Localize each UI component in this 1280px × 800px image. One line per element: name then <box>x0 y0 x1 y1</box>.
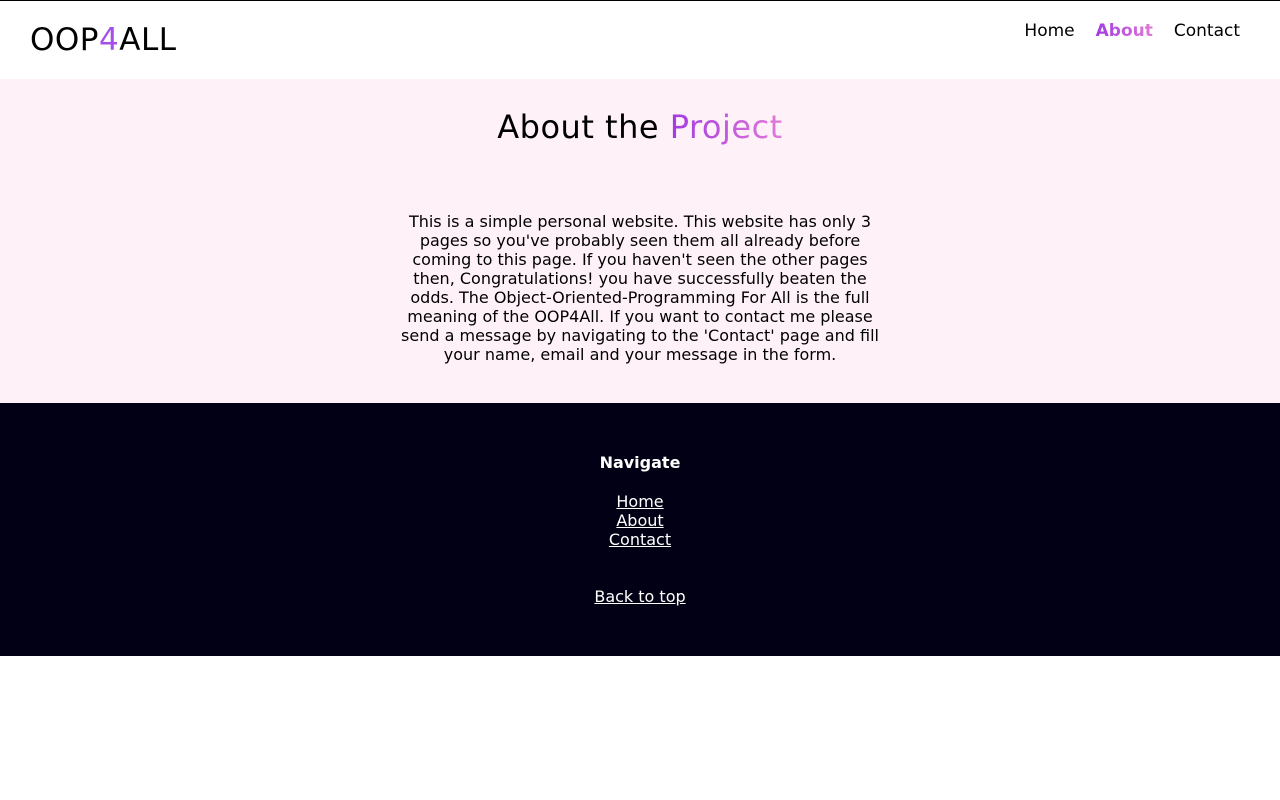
footer-nav-list: Home About Contact <box>0 492 1280 549</box>
page-title-highlight: Project <box>669 108 783 146</box>
footer-nav-item: Home <box>0 492 1280 511</box>
main-nav: Home About Contact <box>1024 20 1240 42</box>
nav-link-contact[interactable]: Contact <box>1174 20 1240 42</box>
nav-link-about[interactable]: About <box>1096 20 1153 42</box>
footer-link-about[interactable]: About <box>616 511 663 530</box>
logo-text-part2: ALL <box>119 22 177 58</box>
footer-link-contact[interactable]: Contact <box>609 530 671 549</box>
logo-text-part1: OOP <box>30 22 99 58</box>
footer-nav-item: About <box>0 511 1280 530</box>
site-footer: Navigate Home About Contact Back to top <box>0 403 1280 656</box>
logo-text-accent: 4 <box>99 22 120 58</box>
nav-link-home[interactable]: Home <box>1024 20 1074 42</box>
back-to-top-wrap: Back to top <box>0 587 1280 606</box>
page-title: About the Project <box>0 79 1280 147</box>
about-section: About the Project This is a simple perso… <box>0 79 1280 403</box>
about-description: This is a simple personal website. This … <box>401 212 879 364</box>
back-to-top-link[interactable]: Back to top <box>594 587 685 606</box>
page-title-prefix: About the <box>497 108 670 146</box>
footer-link-home[interactable]: Home <box>616 492 663 511</box>
site-logo[interactable]: OOP4ALL <box>30 22 176 58</box>
site-header: OOP4ALL Home About Contact <box>0 1 1280 79</box>
footer-nav-item: Contact <box>0 530 1280 549</box>
footer-heading: Navigate <box>599 453 681 472</box>
